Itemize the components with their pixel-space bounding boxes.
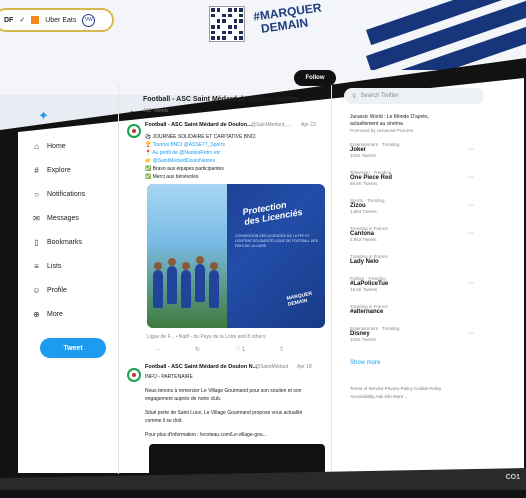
promo-line: Promoted by Universal Pictures xyxy=(350,128,414,133)
trend-item[interactable]: Trending in France Lady Nelo xyxy=(350,254,388,265)
tweet1-line[interactable]: 🏆 Tournoi BNCI @ASSE77_Sports xyxy=(145,142,225,148)
tweet2-line: comme il se doit. xyxy=(145,418,183,424)
more-options-icon[interactable]: ⋯ xyxy=(468,146,474,153)
sidebar-item-more[interactable]: ⊕ More xyxy=(32,310,63,319)
media-title: Protection des Licenciés xyxy=(241,199,304,227)
back-arrow-icon[interactable]: ← xyxy=(129,106,137,115)
uber-eats-logo: Uber Eats xyxy=(45,16,77,24)
avatar[interactable] xyxy=(127,368,141,382)
tweet2-date[interactable]: Apr 18 xyxy=(297,364,312,370)
home-icon: ⌂ xyxy=(34,142,39,151)
like-icon[interactable]: ♡ 1 xyxy=(235,346,245,353)
tweet-count: 412 Tweets xyxy=(143,108,169,114)
more-options-icon[interactable]: ⋯ xyxy=(468,230,474,237)
hashtag-icon: # xyxy=(34,166,39,175)
tweet-button[interactable]: Tweet xyxy=(40,338,106,358)
trend-item[interactable]: Television · Trending One Piece Red 68.6… xyxy=(350,170,392,186)
tweet1-media-image[interactable]: Protection des Licenciés CONVENTION DES … xyxy=(147,184,325,328)
media-body-text: CONVENTION DES LICENCIÉS DE LA FFF ET CO… xyxy=(235,234,319,248)
share-icon[interactable]: ⇪ xyxy=(279,346,284,353)
sidebar-item-bookmarks[interactable]: ▯ Bookmarks xyxy=(32,238,82,247)
trend-item[interactable]: Entertainment · Trending Disney 100K Twe… xyxy=(350,326,400,342)
tweet2-handle[interactable]: @SaintMédard xyxy=(255,364,288,370)
more-icon: ⊕ xyxy=(33,310,40,319)
tweet2-line: Situé porte de Saint Luce, Le Village Go… xyxy=(145,410,303,416)
tweet2-author[interactable]: Football - ASC Saint Médard de Doulon N.… xyxy=(145,364,257,370)
nike-logo: ✓ xyxy=(19,17,26,24)
bell-icon: ○ xyxy=(34,190,39,199)
search-icon: ⚲ xyxy=(352,93,357,100)
trend-item[interactable]: Trending in France Cantona 2,853 Tweets xyxy=(350,226,388,242)
trend-item[interactable]: Sports · Trending Zizou 1,884 Tweets xyxy=(350,198,385,214)
player-figure xyxy=(153,262,163,308)
footer-links[interactable]: Accessibility Ads info More … xyxy=(350,394,409,399)
sidebar-item-notifications[interactable]: ○ Notifications xyxy=(32,190,85,199)
tweet1-line[interactable]: 📍 Au profit de @NantesRetro etc xyxy=(145,150,221,156)
tweet1-author[interactable]: Football - ASC Saint Médard de Doulon... xyxy=(145,122,252,128)
more-options-icon[interactable]: ⋯ xyxy=(468,202,474,209)
tweet2-link-line[interactable]: Pour plus d'information : lecoteau.com/L… xyxy=(145,432,267,438)
tweet1-line[interactable]: 👉 @SaintMedardDouloNantes xyxy=(145,158,215,164)
sidebar-item-messages[interactable]: ✉ Messages xyxy=(32,214,79,223)
tweet2-line: Nous tenons à remercier Le Village Gourm… xyxy=(145,388,302,394)
trend-item[interactable]: Trending in France #alternance xyxy=(350,304,388,315)
tweet2-line: engagement auprès de notre club. xyxy=(145,396,222,402)
orange-logo xyxy=(31,16,40,24)
reply-icon[interactable]: … xyxy=(155,346,161,352)
player-figure xyxy=(181,262,191,308)
tweet1-line: ✅ Bravo aux équipes participantes xyxy=(145,166,224,172)
sponsor-1: DF xyxy=(4,16,14,24)
sidebar-item-profile[interactable]: ☺ Profile xyxy=(32,286,66,295)
vw-logo: VW xyxy=(82,13,96,27)
player-figure xyxy=(195,256,205,302)
retweet-icon[interactable]: ↻ xyxy=(195,346,200,353)
qr-code xyxy=(209,6,245,42)
list-icon: ≡ xyxy=(34,262,39,271)
player-figure xyxy=(167,258,177,304)
envelope-icon: ✉ xyxy=(33,214,40,223)
player-figure xyxy=(209,262,219,308)
trend-item[interactable]: Entertainment · Trending Joker 100K Twee… xyxy=(350,142,400,158)
tweet1-line: ✅ Merci aux bénévoles xyxy=(145,174,199,180)
tweet1-handle[interactable]: @SaintMedard_... xyxy=(251,122,291,128)
page-title: Football - ASC Saint Médard de Doulon Na… xyxy=(143,96,299,103)
corner-text: CO1 xyxy=(505,474,520,481)
sidebar-item-home[interactable]: ⌂ Home xyxy=(32,142,66,151)
bookmark-icon: ▯ xyxy=(34,238,39,247)
twitter-bird-icon[interactable]: ✦ xyxy=(38,108,49,124)
promo-line[interactable]: actuellement au cinéma xyxy=(350,121,403,127)
profile-feed: ← Football - ASC Saint Médard de Doulon … xyxy=(118,84,332,484)
tweet1-caption[interactable]: Ligue de F... • Natif - du Pays de la Lo… xyxy=(147,334,266,340)
more-options-icon[interactable]: ⋯ xyxy=(468,330,474,337)
sponsor-strip: DF ✓ Uber Eats VW xyxy=(0,8,114,32)
person-icon: ☺ xyxy=(32,286,41,295)
search-input[interactable]: ⚲ Search Twitter xyxy=(344,88,484,104)
sidebar-item-lists[interactable]: ≡ Lists xyxy=(32,262,61,271)
tweet1-date[interactable]: Apr 23 xyxy=(301,122,316,128)
more-options-icon[interactable]: ⋯ xyxy=(468,280,474,287)
follow-button[interactable]: Follow xyxy=(294,70,336,86)
avatar[interactable] xyxy=(127,124,141,138)
trend-item[interactable]: Politics · Trending #LaPoliceTue 18.5K T… xyxy=(350,276,388,292)
tweet2-tag: INFO - PARTENAIRE xyxy=(145,374,193,380)
more-options-icon[interactable]: ⋯ xyxy=(468,174,474,181)
promo-line[interactable]: Jurassic World : Le Monde D'après, xyxy=(350,114,429,120)
footer-links[interactable]: Terms of Service Privacy Policy Cookie P… xyxy=(350,386,441,391)
show-more-link[interactable]: Show more xyxy=(350,360,380,366)
tweet1-line: ⚽ JOURNÉE SOLIDAIRE ET CARITATIVE BNCI xyxy=(145,134,256,140)
media-footer-text: MARQUER DEMAIN xyxy=(286,290,313,308)
sidebar-item-explore[interactable]: # Explore xyxy=(32,166,70,175)
decorative-stripes xyxy=(326,0,526,70)
